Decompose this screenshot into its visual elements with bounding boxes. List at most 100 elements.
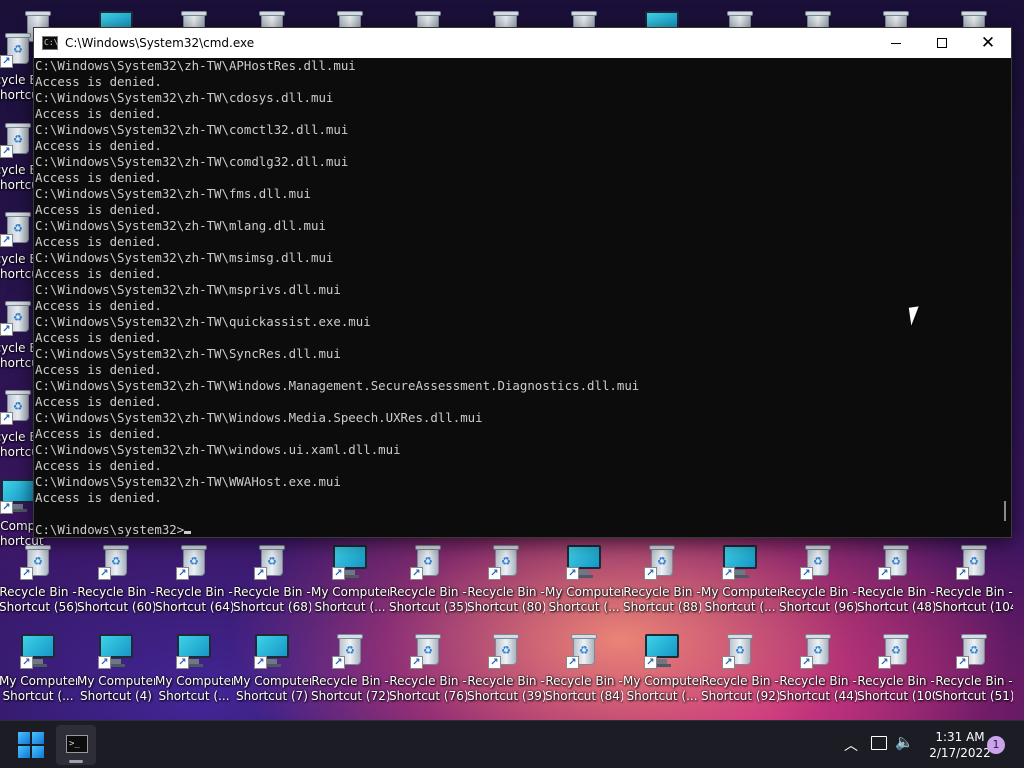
desktop-icon-label: Recycle Bin -Shortcut (104) — [935, 585, 1013, 614]
desktop-icon-my-computer[interactable]: ↗ My Computer -Shortcut (... — [311, 540, 389, 620]
minimize-button[interactable] — [873, 28, 919, 58]
desktop-icon-label: My Computer -Shortcut (... — [0, 674, 77, 703]
desktop-icon-label: My Computer -Shortcut (... — [155, 674, 233, 703]
desktop-icon-recycle-bin[interactable]: ♻ ↗ Recycle Bin - Shortcut (84) — [545, 629, 623, 709]
desktop-icon-my-computer[interactable]: ↗ My Computer -Shortcut (7) — [233, 629, 311, 709]
shortcut-arrow-icon: ↗ — [644, 567, 657, 580]
desktop-icon-recycle-bin[interactable]: ♻ ↗ Recycle Bin - Shortcut (92) — [701, 629, 779, 709]
console-line: C:\Windows\System32\zh-TW\SyncRes.dll.mu… — [35, 346, 341, 361]
console-line: C:\Windows\System32\zh-TW\windows.ui.xam… — [35, 442, 401, 457]
desktop-icon-label: My Computer -Shortcut (4) — [77, 674, 155, 703]
desktop-icon-recycle-bin[interactable]: ♻ ↗ Recycle Bin - Shortcut (60) — [77, 540, 155, 620]
desktop-icon-label: Recycle Bin - Shortcut (56) — [0, 585, 77, 614]
desktop-icon-my-computer[interactable]: ↗ My Computer -Shortcut (... — [623, 629, 701, 709]
shortcut-arrow-icon: ↗ — [878, 567, 891, 580]
recycle-bin-icon: ♻ ↗ — [644, 542, 680, 580]
desktop-icon-my-computer[interactable]: ↗ My Computer -Shortcut (... — [545, 540, 623, 620]
desktop-icon-my-computer[interactable]: ↗ My Computer -Shortcut (... — [0, 629, 77, 709]
recycle-bin-icon: ♻ ↗ — [0, 209, 36, 247]
chevron-up-icon[interactable]: ︿ — [844, 735, 858, 755]
desktop-icon-recycle-bin[interactable]: ♻ ↗ Recycle Bin - Shortcut (56) — [0, 540, 77, 620]
notification-badge[interactable]: 1 — [987, 736, 1005, 754]
scrollbar-thumb[interactable] — [1004, 501, 1006, 521]
desktop-icon-recycle-bin[interactable]: ♻ ↗ Recycle Bin - Shortcut (96) — [779, 540, 857, 620]
shortcut-arrow-icon: ↗ — [0, 412, 13, 425]
desktop-icon-label: My Computer -Shortcut (... — [623, 674, 701, 703]
desktop-icon-label: Recycle Bin - Shortcut (80) — [467, 585, 545, 614]
desktop-icon-label: Recycle Bin - Shortcut (48) — [857, 585, 935, 614]
console-line: Access is denied. — [35, 330, 162, 345]
console-line: Access is denied. — [35, 74, 162, 89]
taskbar-cmd-button[interactable]: >_ — [56, 725, 96, 765]
desktop-icon-label: Recycle Bin - Shortcut (68) — [233, 585, 311, 614]
recycle-bin-icon: ♻ ↗ — [488, 542, 524, 580]
console-line: Access is denied. — [35, 426, 162, 441]
console-line: C:\Windows\System32\zh-TW\WWAHost.exe.mu… — [35, 474, 341, 489]
maximize-button[interactable] — [919, 28, 965, 58]
volume-icon[interactable]: 🔈 — [895, 733, 914, 751]
desktop-icon-recycle-bin[interactable]: ♻ ↗ Recycle Bin - Shortcut (76) — [389, 629, 467, 709]
console-line: C:\Windows\System32\zh-TW\Windows.Media.… — [35, 410, 483, 425]
console-line: Access is denied. — [35, 298, 162, 313]
desktop-icon-recycle-bin[interactable]: ♻ ↗ Recycle Bin - Shortcut (80) — [467, 540, 545, 620]
console-line: Access is denied. — [35, 394, 162, 409]
desktop-icon-recycle-bin[interactable]: ♻ ↗ Recycle Bin - Shortcut (68) — [233, 540, 311, 620]
console-line: C:\Windows\System32\zh-TW\cdosys.dll.mui — [35, 90, 334, 105]
shortcut-arrow-icon: ↗ — [98, 567, 111, 580]
desktop-icon-my-computer[interactable]: ↗ My Computer -Shortcut (... — [701, 540, 779, 620]
desktop-icon-label: Recycle Bin - Shortcut (84) — [545, 674, 623, 703]
desktop-icon-label: My Computer -Shortcut (... — [701, 585, 779, 614]
shortcut-arrow-icon: ↗ — [800, 656, 813, 669]
shortcut-arrow-icon: ↗ — [878, 656, 891, 669]
desktop-icon-recycle-bin[interactable]: ♻ ↗ Recycle Bin - Shortcut (64) — [155, 540, 233, 620]
shortcut-arrow-icon: ↗ — [254, 656, 267, 669]
desktop-icon-recycle-bin[interactable]: ♻ ↗ Recycle Bin - Shortcut (35) — [389, 540, 467, 620]
recycle-bin-icon: ♻ ↗ — [0, 298, 36, 336]
recycle-bin-icon: ♻ ↗ — [878, 631, 914, 669]
desktop-icon-recycle-bin[interactable]: ♻ ↗ Recycle Bin - Shortcut (48) — [857, 540, 935, 620]
recycle-bin-icon: ♻ ↗ — [410, 631, 446, 669]
taskbar: >_ ︿ 🔈 1:31 AM 2/17/2022 1 — [0, 720, 1024, 768]
console-line: C:\Windows\System32\zh-TW\Windows.Manage… — [35, 378, 640, 393]
console-line: C:\Windows\System32\zh-TW\APHostRes.dll.… — [35, 58, 356, 73]
desktop-icon-label: Recycle Bin - Shortcut (35) — [389, 585, 467, 614]
desktop-icon-label: Recycle Bin - Shortcut (88) — [623, 585, 701, 614]
desktop-icon-recycle-bin[interactable]: ♻↗ Recycle Bin -Shortcut (100) — [857, 629, 935, 709]
computer-icon: ↗ — [0, 476, 36, 514]
close-button[interactable]: ✕ — [965, 28, 1011, 58]
desktop-icon-label: Recycle Bin - Shortcut (92) — [701, 674, 779, 703]
desktop-icon-recycle-bin[interactable]: ♻ ↗ Recycle Bin - Shortcut (72) — [311, 629, 389, 709]
desktop-icon-recycle-bin[interactable]: ♻↗ Recycle Bin -Shortcut (104) — [935, 540, 1013, 620]
cmd-window[interactable]: C:\ C:\Windows\System32\cmd.exe ✕ C:\Win… — [33, 27, 1012, 538]
desktop-icon-my-computer[interactable]: ↗ My Computer -Shortcut (4) — [77, 629, 155, 709]
console-line: Access is denied. — [35, 138, 162, 153]
desktop-icon-label: Recycle Bin -Shortcut (100) — [857, 674, 935, 703]
start-button[interactable] — [18, 732, 44, 758]
recycle-bin-icon: ♻ ↗ — [410, 542, 446, 580]
console-output[interactable]: C:\Windows\System32\zh-TW\APHostRes.dll.… — [34, 58, 1000, 537]
shortcut-arrow-icon: ↗ — [98, 656, 111, 669]
close-icon: ✕ — [980, 32, 996, 53]
recycle-bin-icon: ♻ ↗ — [956, 542, 992, 580]
desktop-icon-recycle-bin[interactable]: ♻ ↗ Recycle Bin - Shortcut (44) — [779, 629, 857, 709]
desktop-icon-recycle-bin[interactable]: ♻ ↗ Recycle Bin - Shortcut (51) — [935, 629, 1013, 709]
desktop-icon-recycle-bin[interactable]: ♻ ↗ Recycle Bin - Shortcut (88) — [623, 540, 701, 620]
computer-icon: ↗ — [332, 542, 368, 580]
shortcut-arrow-icon: ↗ — [488, 656, 501, 669]
title-bar[interactable]: C:\ C:\Windows\System32\cmd.exe ✕ — [34, 28, 1011, 58]
desktop-icon-recycle-bin[interactable]: ♻ ↗ Recycle Bin - Shortcut (39) — [467, 629, 545, 709]
console-line: C:\Windows\System32\zh-TW\fms.dll.mui — [35, 186, 312, 201]
console-line: C:\Windows\System32\zh-TW\msprivs.dll.mu… — [35, 282, 341, 297]
windows-logo-icon — [18, 732, 30, 744]
vertical-scrollbar[interactable] — [998, 58, 1011, 537]
network-icon[interactable] — [871, 736, 887, 750]
console-prompt-line[interactable]: C:\Windows\system32> — [35, 522, 1000, 537]
minimize-icon — [891, 42, 901, 44]
console-line: Access is denied. — [35, 106, 162, 121]
desktop-icon-my-computer[interactable]: ↗ My Computer -Shortcut (... — [155, 629, 233, 709]
desktop-icon-label: Recycle Bin - Shortcut (60) — [77, 585, 155, 614]
computer-icon: ↗ — [20, 631, 56, 669]
maximize-icon — [937, 38, 947, 48]
terminal-icon: >_ — [66, 735, 88, 753]
